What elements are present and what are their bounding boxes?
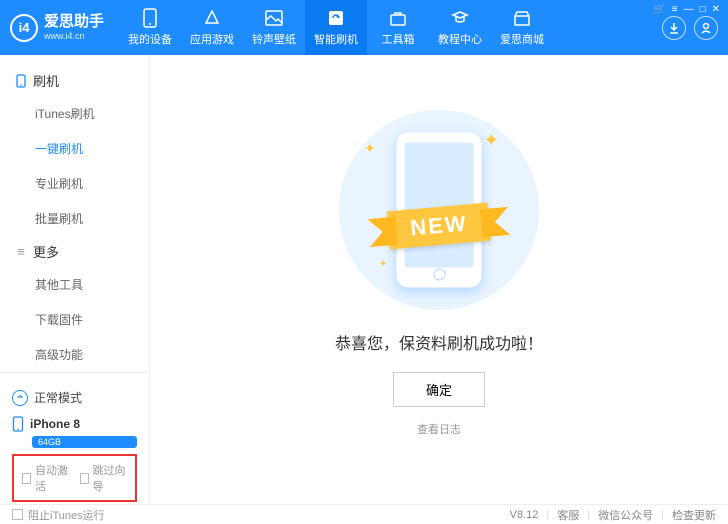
footer-link-update[interactable]: 检查更新 bbox=[672, 507, 716, 523]
version-label: V8.12 bbox=[510, 509, 539, 521]
nav-my-device[interactable]: 我的设备 bbox=[119, 0, 181, 55]
sidebar-item-itunes-flash[interactable]: iTunes刷机 bbox=[35, 96, 134, 131]
device-info[interactable]: iPhone 8 bbox=[12, 412, 137, 436]
checkbox-block-itunes[interactable]: 阻止iTunes运行 bbox=[12, 507, 105, 523]
close-icon[interactable]: ✕ bbox=[712, 4, 720, 15]
options-highlight: 自动激活 跳过向导 bbox=[12, 454, 137, 502]
minimize-icon[interactable]: — bbox=[684, 4, 694, 15]
nav-tutorials[interactable]: 教程中心 bbox=[429, 0, 491, 55]
success-illustration: ✦✦✦ NEW bbox=[339, 110, 539, 310]
sidebar-item-download-firmware[interactable]: 下载固件 bbox=[35, 302, 134, 337]
logo-subtitle: www.i4.cn bbox=[44, 31, 104, 41]
app-icon bbox=[202, 8, 222, 28]
mode-indicator: 正常模式 bbox=[12, 383, 137, 412]
sidebar-item-advanced[interactable]: 高级功能 bbox=[35, 337, 134, 372]
nav-apps[interactable]: 应用游戏 bbox=[181, 0, 243, 55]
phone-icon bbox=[140, 8, 160, 28]
sidebar-item-other-tools[interactable]: 其他工具 bbox=[35, 267, 134, 302]
tutorial-icon bbox=[450, 8, 470, 28]
nav-ringtones[interactable]: 铃声壁纸 bbox=[243, 0, 305, 55]
sidebar-section-flash[interactable]: 刷机 bbox=[15, 65, 134, 96]
view-log-link[interactable]: 查看日志 bbox=[417, 421, 461, 437]
nav-toolbox[interactable]: 工具箱 bbox=[367, 0, 429, 55]
checkbox-skip-guide[interactable]: 跳过向导 bbox=[80, 462, 128, 494]
sidebar-section-more[interactable]: ≡ 更多 bbox=[15, 236, 134, 267]
toolbox-icon bbox=[388, 8, 408, 28]
confirm-button[interactable]: 确定 bbox=[393, 372, 485, 407]
logo: i4 爱思助手 www.i4.cn bbox=[10, 14, 104, 42]
mode-icon bbox=[12, 390, 28, 406]
sidebar-item-batch-flash[interactable]: 批量刷机 bbox=[35, 201, 134, 236]
header: i4 爱思助手 www.i4.cn 我的设备 应用游戏 铃声壁纸 智能刷机 工具… bbox=[0, 0, 728, 55]
menu-icon[interactable]: ≡ bbox=[672, 4, 678, 15]
cart-icon[interactable]: 🛒 bbox=[653, 4, 665, 15]
main-content: ✦✦✦ NEW 恭喜您，保资料刷机成功啦！ 确定 查看日志 bbox=[150, 55, 728, 504]
nav-store[interactable]: 爱思商城 bbox=[491, 0, 553, 55]
download-button[interactable] bbox=[662, 16, 686, 40]
nav-flash[interactable]: 智能刷机 bbox=[305, 0, 367, 55]
wallpaper-icon bbox=[264, 8, 284, 28]
store-icon bbox=[512, 8, 532, 28]
sidebar-item-oneclick-flash[interactable]: 一键刷机 bbox=[35, 131, 134, 166]
user-button[interactable] bbox=[694, 16, 718, 40]
flash-icon bbox=[326, 8, 346, 28]
logo-text: 爱思助手 bbox=[44, 14, 104, 31]
success-message: 恭喜您，保资料刷机成功啦！ bbox=[335, 330, 543, 354]
footer-link-support[interactable]: 客服 bbox=[557, 507, 579, 523]
sidebar-item-pro-flash[interactable]: 专业刷机 bbox=[35, 166, 134, 201]
maximize-icon[interactable]: □ bbox=[700, 4, 706, 15]
device-icon bbox=[12, 416, 24, 432]
sidebar: 刷机 iTunes刷机 一键刷机 专业刷机 批量刷机 ≡ 更多 其他工具 下载固… bbox=[0, 55, 150, 504]
logo-icon: i4 bbox=[10, 14, 38, 42]
checkbox-auto-activate[interactable]: 自动激活 bbox=[22, 462, 70, 494]
storage-badge: 64GB bbox=[32, 436, 137, 448]
top-nav: 我的设备 应用游戏 铃声壁纸 智能刷机 工具箱 教程中心 爱思商城 bbox=[119, 0, 662, 55]
footer-link-wechat[interactable]: 微信公众号 bbox=[598, 507, 653, 523]
